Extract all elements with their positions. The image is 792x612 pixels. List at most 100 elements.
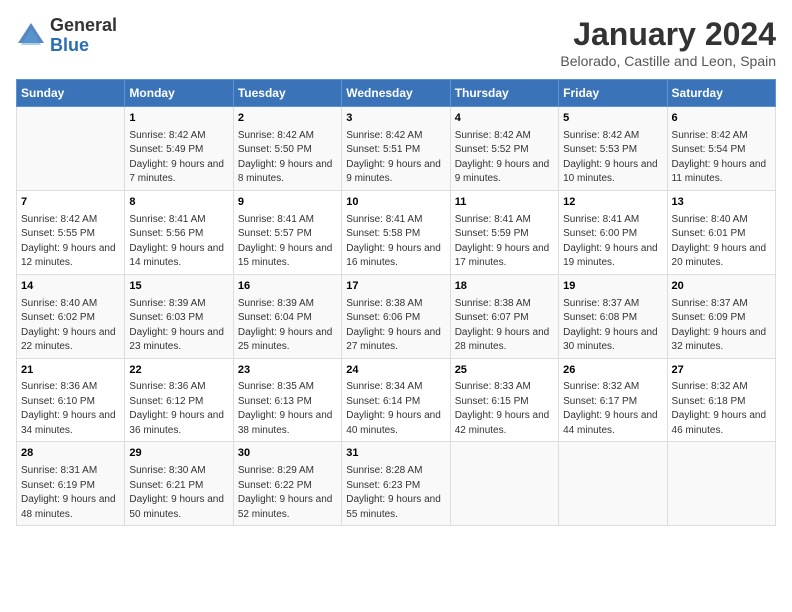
day-cell: 25 Sunrise: 8:33 AMSunset: 6:15 PMDayligh… — [450, 358, 558, 442]
logo-blue: Blue — [50, 36, 117, 56]
day-cell: 23 Sunrise: 8:35 AMSunset: 6:13 PMDayligh… — [233, 358, 341, 442]
week-row-3: 14Sunrise: 8:40 AMSunset: 6:02 PMDayligh… — [17, 274, 776, 358]
day-number: 19 — [563, 279, 662, 294]
day-cell: 2 Sunrise: 8:42 AMSunset: 5:50 PMDaylight… — [233, 107, 341, 191]
day-number: 12 — [563, 195, 662, 210]
day-number: 23 — [238, 363, 337, 378]
logo-icon — [16, 21, 46, 51]
day-info: Sunrise: 8:31 AMSunset: 6:19 PMDaylight:… — [21, 465, 116, 520]
day-info: Sunrise: 8:37 AMSunset: 6:09 PMDaylight:… — [672, 298, 767, 353]
day-cell: 19 Sunrise: 8:37 AMSunset: 6:08 PMDayligh… — [559, 274, 667, 358]
col-header-friday: Friday — [559, 80, 667, 107]
day-cell: 21Sunrise: 8:36 AMSunset: 6:10 PMDayligh… — [17, 358, 125, 442]
day-info: Sunrise: 8:40 AMSunset: 6:01 PMDaylight:… — [672, 214, 767, 269]
col-header-monday: Monday — [125, 80, 233, 107]
day-cell: 10 Sunrise: 8:41 AMSunset: 5:58 PMDayligh… — [342, 190, 450, 274]
day-cell: 22Sunrise: 8:36 AMSunset: 6:12 PMDayligh… — [125, 358, 233, 442]
day-info: Sunrise: 8:33 AMSunset: 6:15 PMDaylight:… — [455, 381, 550, 436]
day-number: 29 — [129, 446, 228, 461]
day-cell — [17, 107, 125, 191]
day-cell: 13Sunrise: 8:40 AMSunset: 6:01 PMDayligh… — [667, 190, 775, 274]
day-info: Sunrise: 8:32 AMSunset: 6:18 PMDaylight:… — [672, 381, 767, 436]
day-number: 11 — [455, 195, 554, 210]
day-cell: 15 Sunrise: 8:39 AMSunset: 6:03 PMDayligh… — [125, 274, 233, 358]
col-header-thursday: Thursday — [450, 80, 558, 107]
day-cell: 9 Sunrise: 8:41 AMSunset: 5:57 PMDaylight… — [233, 190, 341, 274]
day-number: 24 — [346, 363, 445, 378]
day-cell: 11 Sunrise: 8:41 AMSunset: 5:59 PMDayligh… — [450, 190, 558, 274]
day-cell — [450, 442, 558, 526]
day-cell — [667, 442, 775, 526]
day-number: 5 — [563, 111, 662, 126]
day-info: Sunrise: 8:35 AMSunset: 6:13 PMDaylight:… — [238, 381, 333, 436]
logo: General Blue — [16, 16, 117, 56]
day-info: Sunrise: 8:42 AMSunset: 5:51 PMDaylight:… — [346, 130, 441, 185]
week-row-4: 21Sunrise: 8:36 AMSunset: 6:10 PMDayligh… — [17, 358, 776, 442]
day-info: Sunrise: 8:36 AMSunset: 6:10 PMDaylight:… — [21, 381, 116, 436]
logo-general: General — [50, 16, 117, 36]
day-info: Sunrise: 8:42 AMSunset: 5:50 PMDaylight:… — [238, 130, 333, 185]
day-info: Sunrise: 8:32 AMSunset: 6:17 PMDaylight:… — [563, 381, 658, 436]
day-cell: 17 Sunrise: 8:38 AMSunset: 6:06 PMDayligh… — [342, 274, 450, 358]
col-header-tuesday: Tuesday — [233, 80, 341, 107]
col-header-saturday: Saturday — [667, 80, 775, 107]
day-cell: 31 Sunrise: 8:28 AMSunset: 6:23 PMDayligh… — [342, 442, 450, 526]
day-cell — [559, 442, 667, 526]
day-cell: 6Sunrise: 8:42 AMSunset: 5:54 PMDaylight… — [667, 107, 775, 191]
day-number: 10 — [346, 195, 445, 210]
day-number: 25 — [455, 363, 554, 378]
header: General Blue January 2024 Belorado, Cast… — [16, 16, 776, 69]
day-info: Sunrise: 8:42 AMSunset: 5:54 PMDaylight:… — [672, 130, 767, 185]
day-cell: 1 Sunrise: 8:42 AMSunset: 5:49 PMDaylight… — [125, 107, 233, 191]
day-info: Sunrise: 8:42 AMSunset: 5:49 PMDaylight:… — [129, 130, 224, 185]
day-number: 2 — [238, 111, 337, 126]
day-cell: 8 Sunrise: 8:41 AMSunset: 5:56 PMDaylight… — [125, 190, 233, 274]
day-number: 22 — [129, 363, 228, 378]
day-info: Sunrise: 8:38 AMSunset: 6:06 PMDaylight:… — [346, 298, 441, 353]
subtitle: Belorado, Castille and Leon, Spain — [560, 53, 776, 69]
day-info: Sunrise: 8:41 AMSunset: 5:57 PMDaylight:… — [238, 214, 333, 269]
day-number: 7 — [21, 195, 120, 210]
col-header-wednesday: Wednesday — [342, 80, 450, 107]
day-info: Sunrise: 8:28 AMSunset: 6:23 PMDaylight:… — [346, 465, 441, 520]
day-number: 17 — [346, 279, 445, 294]
day-info: Sunrise: 8:37 AMSunset: 6:08 PMDaylight:… — [563, 298, 658, 353]
page: General Blue January 2024 Belorado, Cast… — [0, 0, 792, 612]
day-cell: 4 Sunrise: 8:42 AMSunset: 5:52 PMDaylight… — [450, 107, 558, 191]
day-cell: 7Sunrise: 8:42 AMSunset: 5:55 PMDaylight… — [17, 190, 125, 274]
title-block: January 2024 Belorado, Castille and Leon… — [560, 16, 776, 69]
day-number: 8 — [129, 195, 228, 210]
day-info: Sunrise: 8:39 AMSunset: 6:03 PMDaylight:… — [129, 298, 224, 353]
main-title: January 2024 — [560, 16, 776, 53]
day-number: 15 — [129, 279, 228, 294]
day-cell: 28Sunrise: 8:31 AMSunset: 6:19 PMDayligh… — [17, 442, 125, 526]
logo-text: General Blue — [50, 16, 117, 56]
week-row-1: 1 Sunrise: 8:42 AMSunset: 5:49 PMDaylight… — [17, 107, 776, 191]
day-number: 1 — [129, 111, 228, 126]
day-info: Sunrise: 8:41 AMSunset: 5:56 PMDaylight:… — [129, 214, 224, 269]
day-info: Sunrise: 8:42 AMSunset: 5:52 PMDaylight:… — [455, 130, 550, 185]
day-cell: 16Sunrise: 8:39 AMSunset: 6:04 PMDayligh… — [233, 274, 341, 358]
day-number: 9 — [238, 195, 337, 210]
day-cell: 3 Sunrise: 8:42 AMSunset: 5:51 PMDaylight… — [342, 107, 450, 191]
day-number: 4 — [455, 111, 554, 126]
day-number: 16 — [238, 279, 337, 294]
day-info: Sunrise: 8:41 AMSunset: 5:58 PMDaylight:… — [346, 214, 441, 269]
day-info: Sunrise: 8:42 AMSunset: 5:53 PMDaylight:… — [563, 130, 658, 185]
day-cell: 14Sunrise: 8:40 AMSunset: 6:02 PMDayligh… — [17, 274, 125, 358]
day-number: 27 — [672, 363, 771, 378]
day-number: 18 — [455, 279, 554, 294]
day-info: Sunrise: 8:30 AMSunset: 6:21 PMDaylight:… — [129, 465, 224, 520]
day-number: 3 — [346, 111, 445, 126]
day-info: Sunrise: 8:41 AMSunset: 5:59 PMDaylight:… — [455, 214, 550, 269]
day-info: Sunrise: 8:29 AMSunset: 6:22 PMDaylight:… — [238, 465, 333, 520]
day-number: 26 — [563, 363, 662, 378]
day-number: 31 — [346, 446, 445, 461]
day-info: Sunrise: 8:40 AMSunset: 6:02 PMDaylight:… — [21, 298, 116, 353]
day-cell: 12Sunrise: 8:41 AMSunset: 6:00 PMDayligh… — [559, 190, 667, 274]
day-number: 30 — [238, 446, 337, 461]
week-row-2: 7Sunrise: 8:42 AMSunset: 5:55 PMDaylight… — [17, 190, 776, 274]
day-cell: 24 Sunrise: 8:34 AMSunset: 6:14 PMDayligh… — [342, 358, 450, 442]
day-info: Sunrise: 8:34 AMSunset: 6:14 PMDaylight:… — [346, 381, 441, 436]
header-row: SundayMondayTuesdayWednesdayThursdayFrid… — [17, 80, 776, 107]
